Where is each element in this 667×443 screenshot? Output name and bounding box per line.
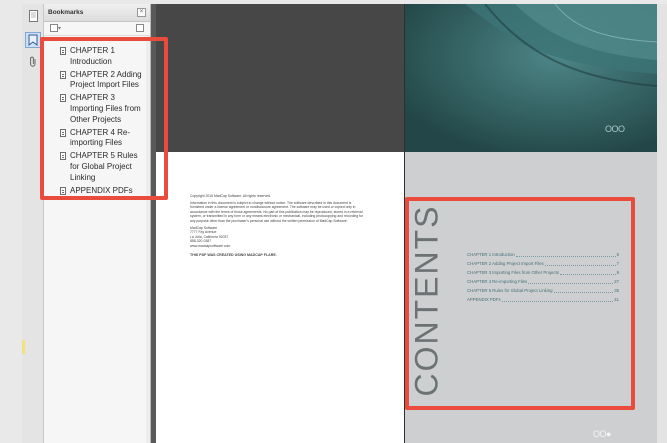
- previous-page-bottom: [156, 4, 404, 152]
- website-link[interactable]: www.madcapsoftware.com: [190, 244, 366, 249]
- created-with-flare-note: THIS PDF WAS CREATED USING MADCAP FLARE.: [190, 252, 277, 257]
- options-menu-icon[interactable]: [50, 23, 61, 34]
- toc-leader: [515, 250, 616, 257]
- viewer-right-edge: [657, 4, 667, 443]
- toc-entry[interactable]: CHAPTER 1 Introduction 5: [467, 250, 619, 259]
- bookmark-item-chapter-5[interactable]: CHAPTER 5 Rules for Global Project Linki…: [60, 151, 146, 183]
- bookmark-page-icon: [60, 128, 66, 137]
- navigation-toolstrip: [22, 4, 44, 443]
- bookmark-page-icon: [60, 94, 66, 103]
- toc-page: 27: [614, 279, 619, 285]
- bookmark-item-appendix[interactable]: APPENDIX PDFs: [60, 186, 146, 196]
- toc-leader: [553, 286, 614, 294]
- table-of-contents: CHAPTER 1 Introduction 5 CHAPTER 2 Adding…: [467, 250, 619, 305]
- toc-page: 7: [616, 261, 619, 267]
- bookmarks-header: Bookmarks ×: [44, 4, 150, 22]
- toc-title: CHAPTER 1 Introduction: [467, 252, 515, 257]
- bookmark-item-chapter-4[interactable]: CHAPTER 4 Re-importing Files: [60, 128, 146, 150]
- copyright-page: Copyright 2016 MadCap Software. All righ…: [156, 152, 404, 443]
- toc-title: CHAPTER 2 Adding Project Import Files: [467, 261, 544, 267]
- toc-entry[interactable]: CHAPTER 5 Rules for Global Project Linki…: [467, 286, 619, 295]
- copyright-text-block: Copyright 2016 MadCap Software. All righ…: [190, 194, 366, 259]
- expand-bookmark-icon[interactable]: [136, 23, 144, 34]
- pages-panel-icon[interactable]: [25, 8, 41, 24]
- toc-title: CHAPTER 5 Rules for Global Project Linki…: [467, 288, 553, 294]
- toc-title: CHAPTER 3 Importing Files from Other Pro…: [467, 270, 559, 276]
- bookmark-page-icon: [60, 152, 66, 161]
- contents-heading-text: CONTENTS: [408, 204, 445, 396]
- panel-edge-accent: [22, 340, 25, 354]
- bookmarks-title: Bookmarks: [48, 9, 84, 16]
- bookmark-item-chapter-3[interactable]: CHAPTER 3 Importing Files from Other Pro…: [60, 93, 146, 125]
- toc-page: 5: [616, 252, 619, 257]
- decorative-circles: OOO: [605, 124, 625, 134]
- toc-title: APPENDIX PDFs: [467, 297, 501, 303]
- bookmark-label: CHAPTER 2 Adding Project Import Files: [70, 69, 142, 90]
- bookmarks-panel: Bookmarks × CHAPTER 1 Introduction CHAPT…: [44, 4, 151, 443]
- bookmark-label: APPENDIX PDFs: [70, 185, 133, 195]
- copyright-paragraph: Information in this document is subject …: [190, 200, 364, 223]
- bookmark-page-icon: [60, 47, 66, 55]
- bookmark-label: CHAPTER 5 Rules for Global Project Linki…: [70, 151, 138, 182]
- bookmark-label: CHAPTER 3 Importing Files from Other Pro…: [70, 93, 141, 124]
- bookmark-label: CHAPTER 4 Re-importing Files: [70, 127, 131, 148]
- toc-page: 35: [614, 288, 619, 294]
- toc-leader: [559, 268, 616, 275]
- decorative-circles: OO●: [593, 429, 611, 439]
- toc-entry[interactable]: CHAPTER 4 Re-importing Files 27: [467, 277, 619, 286]
- toc-page: 9: [616, 270, 619, 276]
- cover-art-page: OOO: [405, 4, 657, 152]
- bookmarks-panel-icon[interactable]: [25, 32, 41, 48]
- copyright-line: Copyright 2016 MadCap Software. All righ…: [190, 194, 271, 198]
- bookmarks-scrollbar[interactable]: [146, 36, 150, 443]
- contents-heading: CONTENTS: [407, 202, 447, 398]
- bookmark-page-icon: [60, 186, 66, 195]
- attachments-paperclip-icon[interactable]: [25, 54, 41, 70]
- address-block: MadCap Software 7777 Fay Avenue La Jolla…: [190, 226, 366, 249]
- contents-page: CONTENTS CHAPTER 1 Introduction 5 CHAPTER…: [405, 152, 657, 443]
- bookmark-page-icon: [60, 70, 66, 79]
- toc-leader: [501, 295, 614, 303]
- bookmark-item-chapter-1[interactable]: CHAPTER 1 Introduction: [60, 46, 146, 68]
- bookmark-item-chapter-2[interactable]: CHAPTER 2 Adding Project Import Files: [60, 70, 146, 92]
- toc-entry[interactable]: CHAPTER 2 Adding Project Import Files 7: [467, 259, 619, 268]
- toc-page: 41: [614, 297, 619, 303]
- toc-entry[interactable]: CHAPTER 3 Importing Files from Other Pro…: [467, 268, 619, 277]
- toc-leader: [544, 259, 616, 266]
- toc-entry[interactable]: APPENDIX PDFs 41: [467, 295, 619, 304]
- document-viewer[interactable]: Copyright 2016 MadCap Software. All righ…: [151, 4, 657, 443]
- toc-title: CHAPTER 4 Re-importing Files: [467, 279, 528, 285]
- bookmarks-list: CHAPTER 1 Introduction CHAPTER 2 Adding …: [44, 46, 150, 198]
- bookmarks-options-bar: [44, 22, 150, 36]
- bookmark-label: CHAPTER 1 Introduction: [70, 46, 115, 66]
- close-panel-button[interactable]: ×: [137, 8, 146, 17]
- toc-leader: [528, 277, 614, 284]
